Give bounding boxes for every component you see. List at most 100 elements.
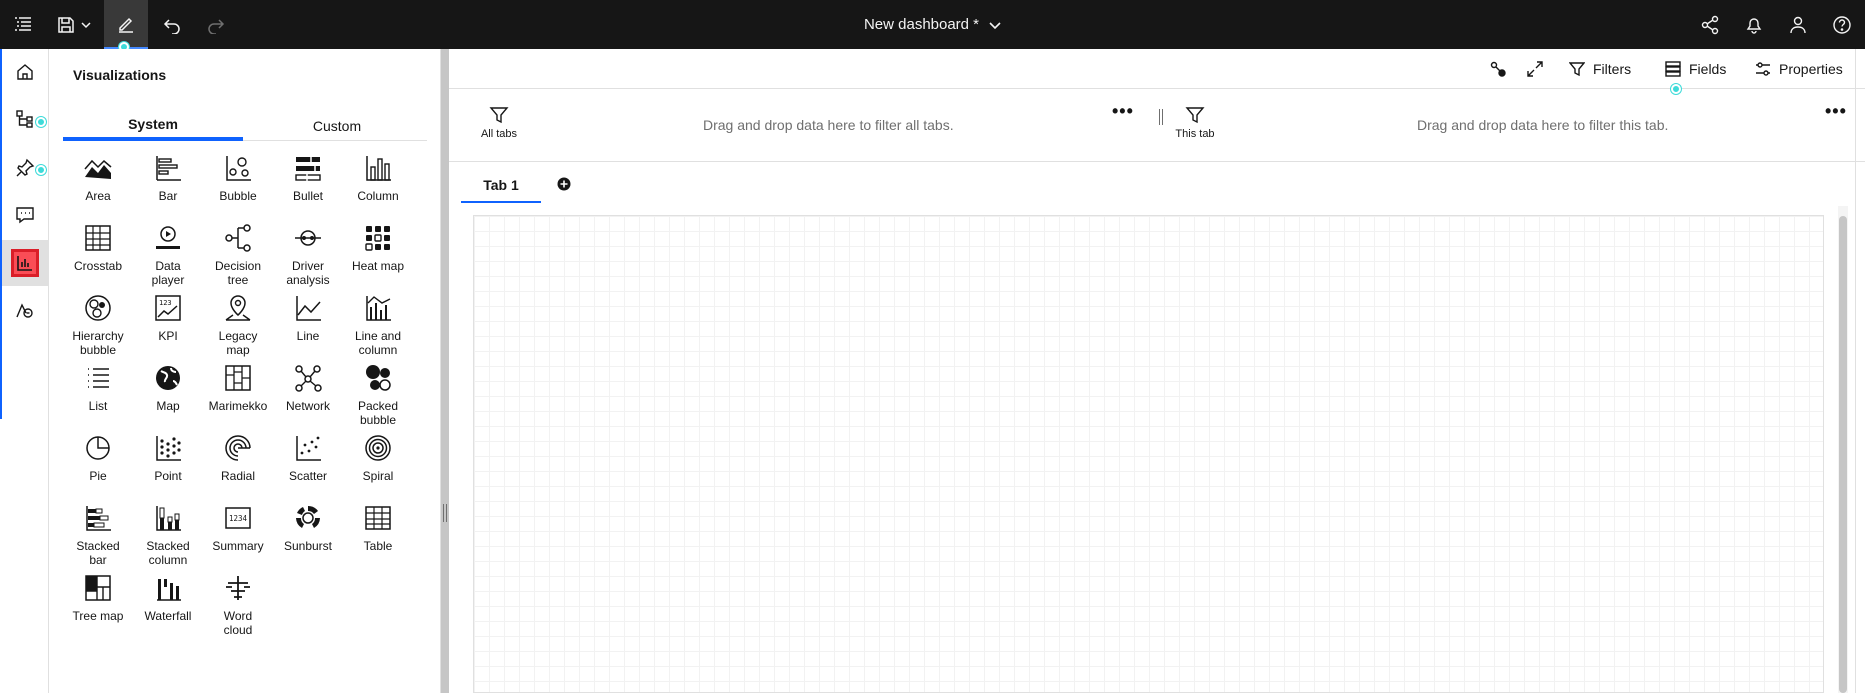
- rail-assistant[interactable]: [2, 288, 48, 334]
- viz-item-summary[interactable]: 1234 Summary: [203, 503, 273, 573]
- viz-item-bubble[interactable]: Bubble: [203, 153, 273, 223]
- splitter-grip-icon: [443, 504, 447, 522]
- viz-item-line[interactable]: Line: [273, 293, 343, 363]
- viz-item-sunburst[interactable]: Sunburst: [273, 503, 343, 573]
- bar-chart-icon: [153, 153, 183, 183]
- properties-button[interactable]: Properties: [1755, 49, 1843, 89]
- viz-item-stacked-bar[interactable]: Stacked bar: [63, 503, 133, 573]
- viz-item-list[interactable]: List: [63, 363, 133, 433]
- viz-item-word-cloud[interactable]: Word cloud: [203, 573, 273, 643]
- filters-button[interactable]: Filters: [1569, 49, 1631, 89]
- svg-text:123: 123: [159, 299, 172, 307]
- this-tab-filter-zone[interactable]: This tab Drag and drop data here to filt…: [1165, 89, 1865, 162]
- chevron-down-icon: [989, 21, 1001, 29]
- viz-item-spiral[interactable]: Spiral: [343, 433, 413, 503]
- home-icon: [17, 64, 33, 80]
- viz-item-label-line: Hierarchy: [72, 329, 124, 343]
- viz-item-label-line: Line and: [354, 329, 402, 343]
- viz-item-legacy-map[interactable]: Legacy map: [203, 293, 273, 363]
- viz-item-packed-bubble[interactable]: Packed bubble: [343, 363, 413, 433]
- filter-zone-divider[interactable]: [1159, 109, 1163, 125]
- dashboard-title-menu[interactable]: New dashboard *: [864, 16, 1001, 33]
- all-tabs-filter-zone[interactable]: All tabs Drag and drop data here to filt…: [449, 89, 1159, 162]
- scrollbar-thumb[interactable]: [1839, 216, 1847, 693]
- viz-item-kpi[interactable]: 123 KPI: [133, 293, 203, 363]
- waterfall-chart-icon: [153, 573, 183, 603]
- viz-item-label-line: column: [148, 553, 188, 567]
- tab-system[interactable]: System: [63, 111, 243, 141]
- tab-1[interactable]: Tab 1: [461, 169, 541, 203]
- viz-item-label: Waterfall: [145, 609, 192, 623]
- viz-item-label-line: Area: [85, 189, 111, 203]
- viz-item-label-line: Tree map: [72, 609, 124, 623]
- add-tab-icon[interactable]: [557, 177, 571, 191]
- viz-item-label-line: tree: [227, 273, 249, 287]
- viz-item-label: Driver analysis: [286, 259, 329, 287]
- viz-item-scatter[interactable]: Scatter: [273, 433, 343, 503]
- connect-icon: [1490, 61, 1506, 77]
- rail-home[interactable]: [2, 49, 48, 95]
- area-chart-icon: [83, 153, 113, 183]
- viz-item-label-line: Decision: [214, 259, 262, 273]
- share-button[interactable]: [1690, 0, 1730, 49]
- viz-item-label-line: Waterfall: [144, 609, 192, 623]
- viz-item-label-line: bubble: [359, 413, 397, 427]
- rail-visualizations[interactable]: [2, 240, 48, 286]
- connect-button[interactable]: [1489, 49, 1507, 89]
- share-icon: [1701, 15, 1719, 34]
- viz-item-marimekko[interactable]: Marimekko: [203, 363, 273, 433]
- this-tab-more-button[interactable]: •••: [1825, 101, 1847, 122]
- viz-item-label: Crosstab: [74, 259, 122, 273]
- viz-item-network[interactable]: Network: [273, 363, 343, 433]
- viz-item-label-line: Driver: [291, 259, 324, 273]
- heat-map-chart-icon: [363, 223, 393, 253]
- viz-item-column[interactable]: Column: [343, 153, 413, 223]
- all-tabs-filter: All tabs: [469, 105, 529, 140]
- fields-icon: [1665, 61, 1681, 77]
- notifications-button[interactable]: [1734, 0, 1774, 49]
- viz-item-label: Summary: [212, 539, 263, 553]
- viz-item-label-line: Data: [155, 259, 181, 273]
- rail-comments[interactable]: [2, 192, 48, 238]
- viz-item-label-line: KPI: [158, 329, 178, 343]
- viz-item-line-and-column[interactable]: Line and column: [343, 293, 413, 363]
- viz-item-stacked-column[interactable]: Stacked column: [133, 503, 203, 573]
- viz-item-label: Column: [357, 189, 398, 203]
- viz-item-decision-tree[interactable]: Decision tree: [203, 223, 273, 293]
- viz-item-label: Marimekko: [209, 399, 268, 413]
- viz-item-driver-analysis[interactable]: Driver analysis: [273, 223, 343, 293]
- viz-item-tree-map[interactable]: Tree map: [63, 573, 133, 643]
- viz-item-label-line: Bar: [158, 189, 178, 203]
- viz-item-label-line: map: [226, 343, 250, 357]
- visualizations-panel: Visualizations System Custom Area Bar Bubb…: [49, 49, 441, 693]
- fields-button[interactable]: Fields: [1665, 49, 1726, 89]
- expand-button[interactable]: [1526, 49, 1544, 89]
- viz-item-data-player[interactable]: Data player: [133, 223, 203, 293]
- user-button[interactable]: [1778, 0, 1818, 49]
- viz-item-bar[interactable]: Bar: [133, 153, 203, 223]
- assistant-icon: [16, 303, 33, 318]
- visualizations-icon: [17, 256, 32, 271]
- help-button[interactable]: [1822, 0, 1862, 49]
- viz-item-area[interactable]: Area: [63, 153, 133, 223]
- tab-custom[interactable]: Custom: [247, 111, 427, 141]
- canvas-scrollbar[interactable]: [1838, 206, 1848, 693]
- viz-item-hierarchy-bubble[interactable]: Hierarchy bubble: [63, 293, 133, 363]
- viz-item-table[interactable]: Table: [343, 503, 413, 573]
- dashboard-canvas[interactable]: [473, 215, 1824, 693]
- viz-item-heat-map[interactable]: Heat map: [343, 223, 413, 293]
- viz-item-bullet[interactable]: Bullet: [273, 153, 343, 223]
- viz-item-map[interactable]: Map: [133, 363, 203, 433]
- panel-resize-splitter[interactable]: [441, 49, 449, 693]
- viz-item-crosstab[interactable]: Crosstab: [63, 223, 133, 293]
- all-tabs-more-button[interactable]: •••: [1112, 101, 1134, 122]
- viz-item-label: Line: [297, 329, 320, 343]
- viz-item-waterfall[interactable]: Waterfall: [133, 573, 203, 643]
- viz-item-radial[interactable]: Radial: [203, 433, 273, 503]
- viz-item-point[interactable]: Point: [133, 433, 203, 503]
- pie-chart-icon: [83, 433, 113, 463]
- viz-item-label-line: Pie: [89, 469, 107, 483]
- word-cloud-chart-icon: [223, 573, 253, 603]
- viz-item-pie[interactable]: Pie: [63, 433, 133, 503]
- packed-bubble-chart-icon: [363, 363, 393, 393]
